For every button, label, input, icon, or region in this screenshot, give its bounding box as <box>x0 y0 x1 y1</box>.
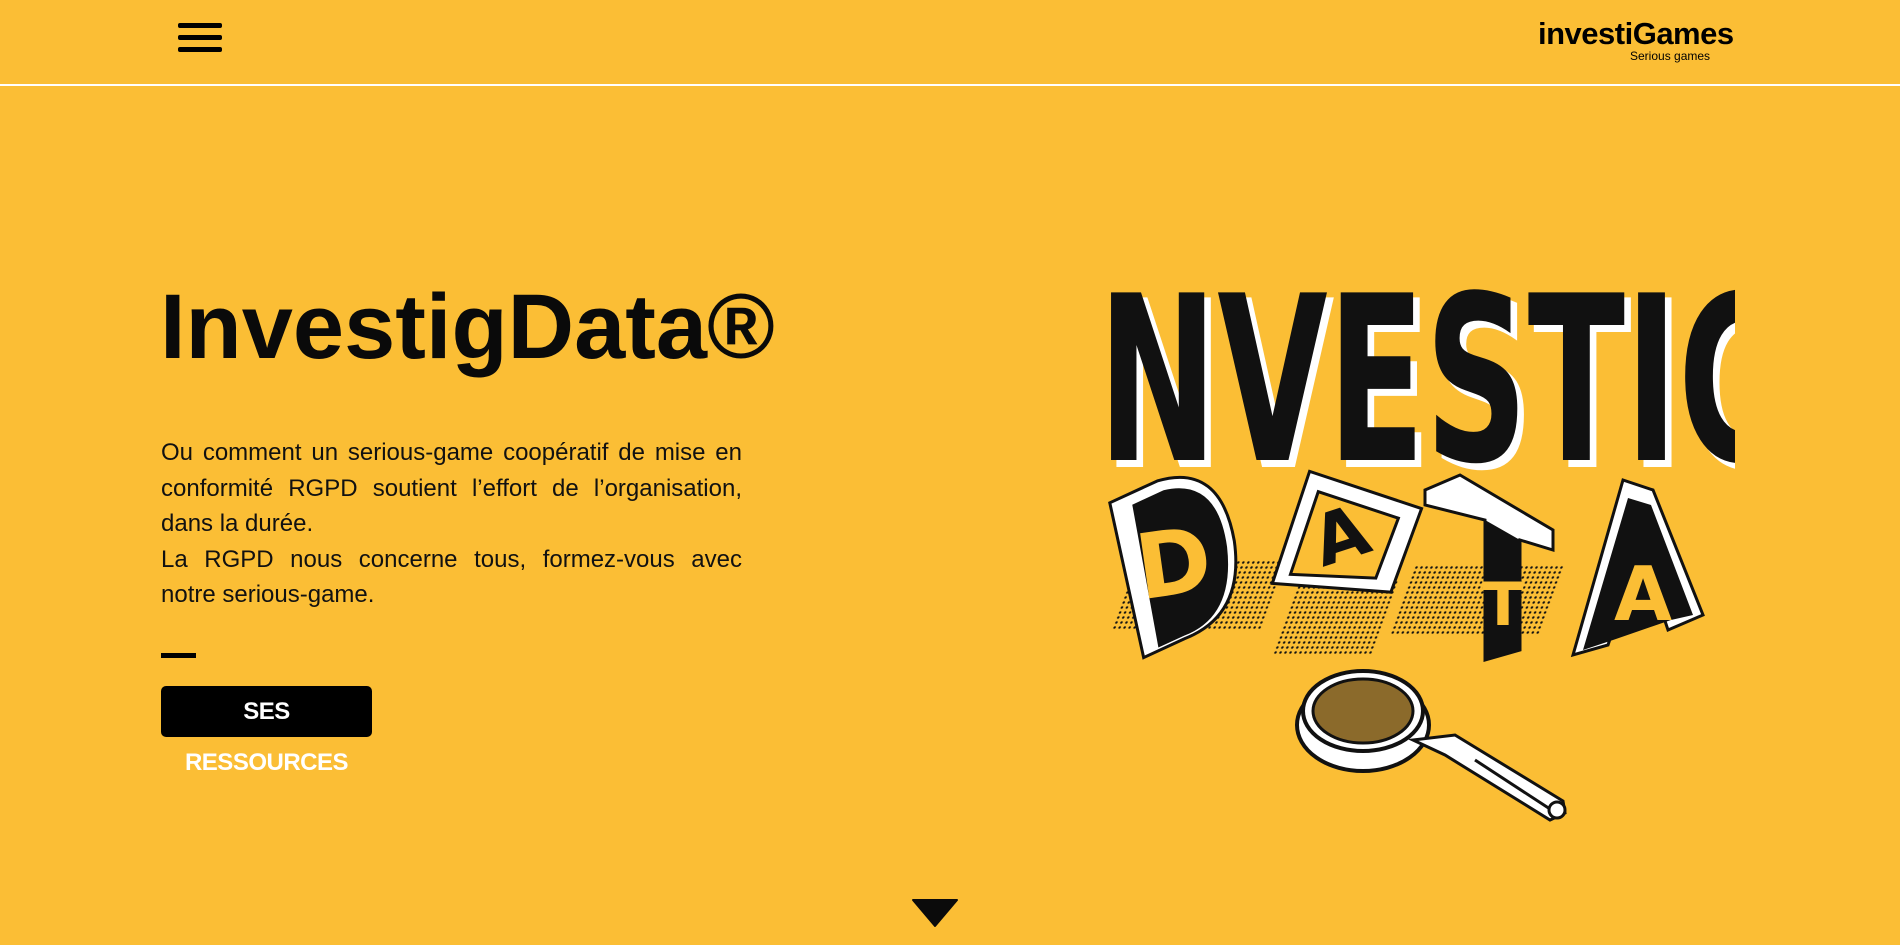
hero-description-paragraph: La RGPD nous concerne tous, formez-vous … <box>161 545 742 609</box>
logo-tagline: Serious games <box>1630 49 1711 63</box>
hamburger-line <box>178 47 222 52</box>
page-title: InvestigData® <box>160 276 775 378</box>
logo-wordmark: investiGames <box>1538 16 1734 51</box>
letter-t: T <box>1483 570 1524 640</box>
hero-description: Ou comment un serious-game coopératif de… <box>161 435 742 613</box>
investigdata-illustration: INVESTIG INVESTIG D A T <box>1095 247 1735 822</box>
hero-description-paragraph: Ou comment un serious-game coopératif de… <box>161 439 742 537</box>
hamburger-line <box>178 35 222 40</box>
magnifying-glass-icon <box>1295 669 1567 822</box>
chevron-down-icon[interactable] <box>911 898 959 928</box>
letter-d: D <box>1130 507 1219 621</box>
top-navigation-bar: investiGames Serious games <box>0 0 1900 86</box>
letter-a: A <box>1614 550 1672 638</box>
resources-button[interactable]: SES RESSOURCES <box>161 686 372 776</box>
dot-shadow <box>1389 565 1565 635</box>
short-divider <box>161 653 196 658</box>
hamburger-line <box>178 23 222 28</box>
investigames-logo[interactable]: investiGames Serious games <box>1538 16 1734 66</box>
hamburger-menu-icon[interactable] <box>178 23 222 55</box>
illustration-title-text: INVESTIG <box>1095 247 1735 515</box>
